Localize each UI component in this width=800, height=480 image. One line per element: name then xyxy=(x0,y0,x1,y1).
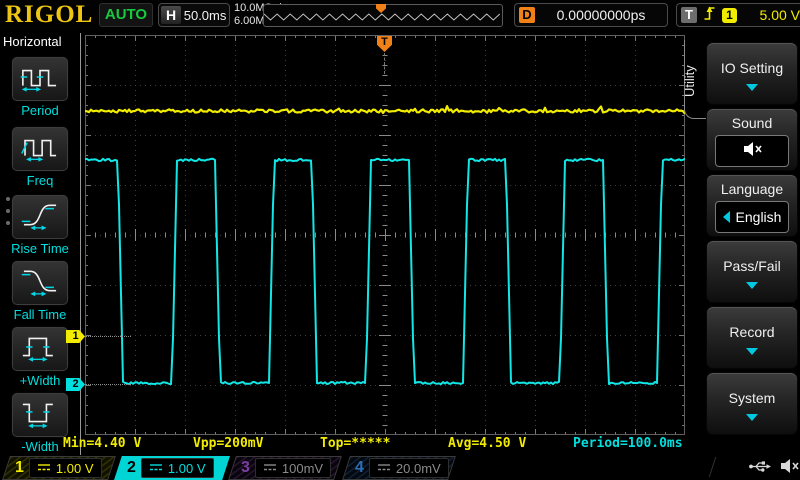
channel-4-status[interactable]: 4 20.0mV xyxy=(342,456,456,480)
io-setting-label: IO Setting xyxy=(721,60,783,76)
delay-label: D xyxy=(519,7,535,23)
period-icon xyxy=(20,62,60,97)
speaker-muted-icon xyxy=(742,141,762,162)
channel-2-status[interactable]: 2 1.00 V xyxy=(114,456,230,480)
dc-coupling-icon xyxy=(37,459,51,477)
io-setting-button[interactable]: IO Setting xyxy=(706,42,798,105)
timebase-value: 50.0ms xyxy=(181,8,229,23)
speaker-muted-icon xyxy=(779,458,799,479)
pos-width-icon xyxy=(20,332,60,367)
rise-time-icon xyxy=(20,200,60,235)
freq-icon xyxy=(20,132,60,167)
bottom-bar-divider xyxy=(709,457,716,477)
measurement-min: Min=4.40 V xyxy=(63,436,141,451)
top-status-bar: RIGOL AUTO H 50.0ms 10.0MSa/s 6.00M pts … xyxy=(0,0,800,30)
pass-fail-button[interactable]: Pass/Fail xyxy=(706,240,798,303)
trigger-label: T xyxy=(681,7,697,23)
period-measure-button[interactable]: Period xyxy=(0,56,80,118)
fall-time-label: Fall Time xyxy=(14,307,67,322)
channel-4-number: 4 xyxy=(355,459,364,477)
language-button[interactable]: Language English xyxy=(706,174,798,237)
rising-edge-icon xyxy=(702,4,717,27)
pos-width-label: +Width xyxy=(20,373,61,388)
oscilloscope-screen: RIGOL AUTO H 50.0ms 10.0MSa/s 6.00M pts … xyxy=(0,0,800,480)
trigger-info-box[interactable]: T 1 5.00 V xyxy=(676,3,800,27)
channel-2-number: 2 xyxy=(127,459,136,477)
chevron-down-icon xyxy=(746,348,758,355)
left-panel-title: Horizontal xyxy=(3,34,62,49)
neg-width-icon xyxy=(20,398,60,433)
trigger-time-dashed-line xyxy=(384,53,385,74)
channel-3-status[interactable]: 3 100mV xyxy=(228,456,342,480)
rise-time-measure-button[interactable]: Rise Time xyxy=(0,194,80,256)
utility-menu-tab: Utility xyxy=(682,44,698,118)
channel-3-scale: 100mV xyxy=(282,461,323,476)
chevron-down-icon xyxy=(746,282,758,289)
fall-time-measure-button[interactable]: Fall Time xyxy=(0,260,80,322)
record-label: Record xyxy=(729,324,774,340)
system-label: System xyxy=(729,390,776,406)
trigger-source-badge: 1 xyxy=(722,8,737,23)
chevron-left-icon xyxy=(723,211,730,223)
language-label: Language xyxy=(721,181,783,197)
measurement-period: Period=100.0ms xyxy=(573,436,683,451)
h-label: H xyxy=(161,6,181,24)
rigol-logo: RIGOL xyxy=(5,1,93,29)
horizontal-timebase-box[interactable]: H 50.0ms xyxy=(158,3,230,27)
freq-measure-button[interactable]: Freq xyxy=(0,126,80,188)
left-panel-divider xyxy=(80,33,81,455)
channel-4-scale: 20.0mV xyxy=(396,461,441,476)
channel-1-status[interactable]: 1 1.00 V xyxy=(2,456,116,480)
channel-1-ground-marker[interactable]: 1 xyxy=(66,330,85,343)
rise-time-label: Rise Time xyxy=(11,241,69,256)
sound-button[interactable]: Sound xyxy=(706,108,798,171)
language-value: English xyxy=(736,209,782,225)
pass-fail-label: Pass/Fail xyxy=(723,258,781,274)
system-button[interactable]: System xyxy=(706,372,798,435)
channel-2-ground-marker[interactable]: 2 xyxy=(66,378,85,391)
measurement-avg: Avg=4.50 V xyxy=(448,436,526,451)
freq-label: Freq xyxy=(27,173,54,188)
fall-time-icon xyxy=(20,266,60,301)
dc-coupling-icon xyxy=(263,459,277,477)
channel-3-number: 3 xyxy=(241,459,250,477)
dc-coupling-icon xyxy=(149,459,163,477)
channel-2-scale: 1.00 V xyxy=(168,461,206,476)
delay-value: 0.00000000ps xyxy=(535,7,667,23)
neg-width-label: -Width xyxy=(21,439,59,454)
dc-coupling-icon xyxy=(377,459,391,477)
waveform-preview[interactable] xyxy=(263,4,503,27)
sound-label: Sound xyxy=(732,115,772,131)
delay-box[interactable]: D 0.00000000ps xyxy=(514,3,668,27)
trigger-status-badge: AUTO xyxy=(99,3,153,27)
period-label: Period xyxy=(21,103,59,118)
graticule xyxy=(85,35,685,435)
record-button[interactable]: Record xyxy=(706,306,798,369)
measurement-top: Top=***** xyxy=(320,436,390,451)
channel-1-scale: 1.00 V xyxy=(56,461,94,476)
measurement-vpp: Vpp=200mV xyxy=(193,436,263,451)
chevron-down-icon xyxy=(746,84,758,91)
channel-2-ground-line xyxy=(85,384,131,385)
usb-icon xyxy=(748,460,772,478)
channel-1-ground-line xyxy=(85,336,131,337)
trigger-level-value: 5.00 V xyxy=(742,7,800,23)
waveform-display-grid xyxy=(85,35,685,435)
chevron-down-icon xyxy=(746,414,758,421)
channel-1-number: 1 xyxy=(15,459,24,477)
